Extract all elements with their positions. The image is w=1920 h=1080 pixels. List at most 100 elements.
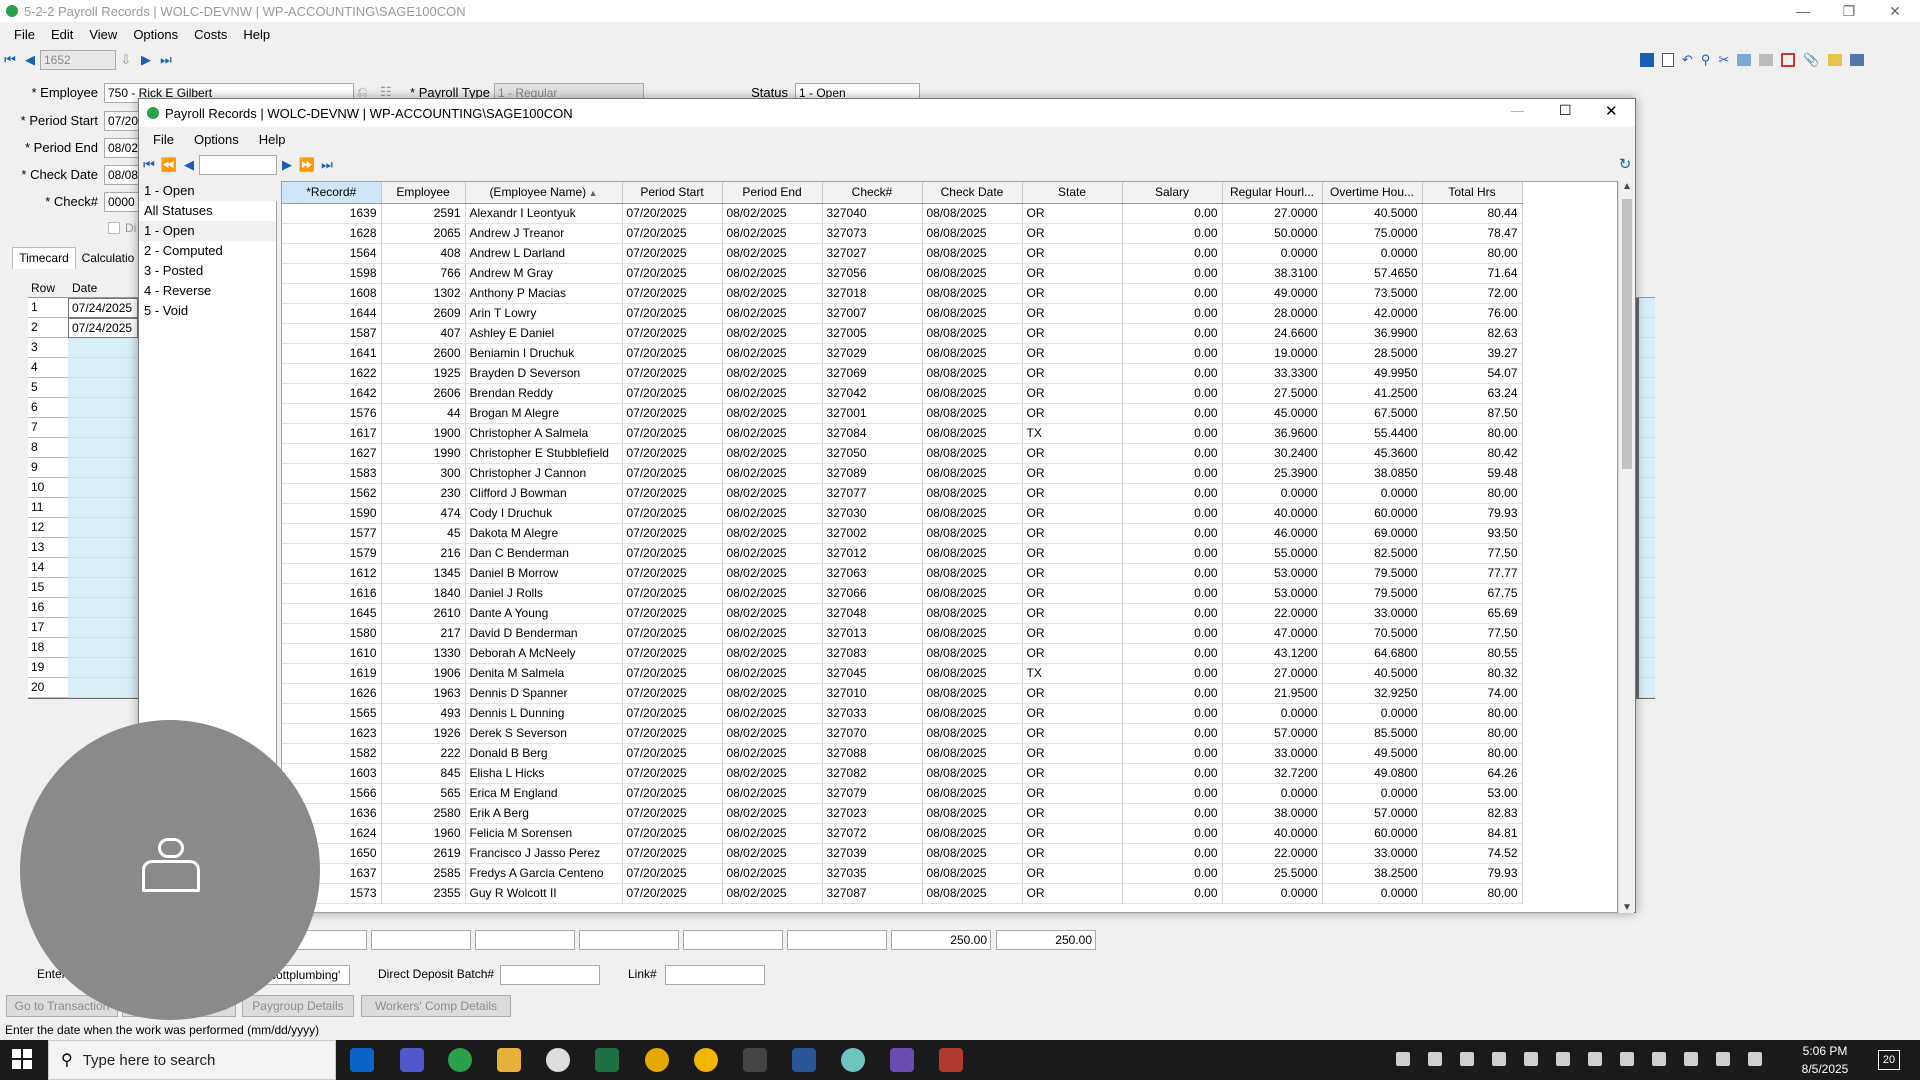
timecard-row-number[interactable]: 9 [28, 458, 68, 478]
table-cell[interactable]: 08/02/2025 [722, 683, 823, 704]
network-icon[interactable] [1684, 1052, 1698, 1066]
table-cell[interactable]: 25.5000 [1222, 863, 1323, 884]
table-cell[interactable]: 45.3600 [1322, 443, 1423, 464]
table-cell[interactable]: 07/20/2025 [622, 523, 723, 544]
table-row[interactable]: 1619 1906 Denita M Salmela 07/20/2025 08/02/… [282, 663, 1523, 684]
taskbar-search[interactable]: ⚲ Type here to search [48, 1040, 336, 1080]
table-cell[interactable]: Donald B Berg [465, 743, 623, 764]
table-row[interactable]: 1636 2580 Erik A Berg 07/20/2025 08/02/2025 3… [282, 803, 1523, 824]
table-cell[interactable]: 27.5000 [1222, 383, 1323, 404]
table-cell[interactable]: Deborah A McNeely [465, 643, 623, 664]
table-cell[interactable]: 40.5000 [1322, 663, 1423, 684]
edit-icon[interactable] [1781, 53, 1796, 67]
table-cell[interactable]: 43.1200 [1222, 643, 1323, 664]
table-cell[interactable]: 19.0000 [1222, 343, 1323, 364]
table-cell[interactable]: 474 [381, 503, 466, 524]
table-cell[interactable]: 38.0850 [1322, 463, 1423, 484]
table-cell[interactable]: 0.00 [1122, 323, 1223, 344]
table-cell[interactable]: 08/02/2025 [722, 883, 823, 904]
table-row[interactable]: 1603 845 Elisha L Hicks 07/20/2025 08/02/202… [282, 763, 1523, 784]
table-cell[interactable]: 08/02/2025 [722, 363, 823, 384]
table-cell[interactable]: OR [1022, 303, 1123, 324]
table-cell[interactable]: 80.42 [1422, 443, 1523, 464]
table-cell[interactable]: 40.5000 [1322, 203, 1423, 224]
records-scrollbar[interactable]: ▲ ▼ [1618, 181, 1634, 913]
table-cell[interactable]: 08/08/2025 [922, 343, 1023, 364]
table-cell[interactable]: 80.00 [1422, 243, 1523, 264]
table-cell[interactable]: 32.7200 [1222, 763, 1323, 784]
table-cell[interactable]: Dan C Benderman [465, 543, 623, 564]
scroll-thumb[interactable] [1622, 199, 1632, 469]
table-cell[interactable]: 08/08/2025 [922, 363, 1023, 384]
timecard-right-cell[interactable] [1639, 438, 1655, 458]
table-cell[interactable]: 80.00 [1422, 483, 1523, 504]
table-cell[interactable]: 327018 [822, 283, 923, 304]
undo-icon[interactable]: ↶ [1682, 52, 1693, 68]
table-cell[interactable]: 49.5000 [1322, 743, 1423, 764]
table-cell[interactable]: 1562 [282, 483, 382, 504]
table-cell[interactable]: 30.2400 [1222, 443, 1323, 464]
table-cell[interactable]: 0.00 [1122, 423, 1223, 444]
chatgpt-icon[interactable] [841, 1048, 865, 1072]
table-cell[interactable]: 0.00 [1122, 343, 1223, 364]
table-cell[interactable]: 67.75 [1422, 583, 1523, 604]
dialog-search-input[interactable] [199, 155, 277, 175]
table-cell[interactable]: 87.50 [1422, 403, 1523, 424]
table-cell[interactable]: 565 [381, 783, 466, 804]
table-cell[interactable]: 80.00 [1422, 743, 1523, 764]
table-cell[interactable]: 08/02/2025 [722, 523, 823, 544]
table-cell[interactable]: OR [1022, 883, 1123, 904]
table-cell[interactable]: 1330 [381, 643, 466, 664]
tray-icon-1[interactable] [1396, 1052, 1410, 1066]
status-option[interactable]: 4 - Reverse [139, 281, 276, 301]
table-cell[interactable]: 80.00 [1422, 423, 1523, 444]
table-cell[interactable]: 1590 [282, 503, 382, 524]
timecard-date-cell[interactable] [68, 518, 138, 538]
timecard-date-cell[interactable] [68, 458, 138, 478]
table-row[interactable]: 1580 217 David D Benderman 07/20/2025 08/02/… [282, 623, 1523, 644]
timecard-right-cell[interactable] [1639, 578, 1655, 598]
direct-deposit-batch-field[interactable] [500, 965, 600, 985]
table-row[interactable]: 1610 1330 Deborah A McNeely 07/20/2025 08/02… [282, 643, 1523, 664]
table-cell[interactable]: 08/02/2025 [722, 543, 823, 564]
table-cell[interactable]: 08/02/2025 [722, 803, 823, 824]
table-cell[interactable]: 230 [381, 483, 466, 504]
table-cell[interactable]: 327005 [822, 323, 923, 344]
table-cell[interactable]: 0.00 [1122, 883, 1223, 904]
table-cell[interactable]: 493 [381, 703, 466, 724]
table-cell[interactable]: 08/02/2025 [722, 643, 823, 664]
table-cell[interactable]: 07/20/2025 [622, 883, 723, 904]
timecard-row-number[interactable]: 6 [28, 398, 68, 418]
table-cell[interactable]: 60.0000 [1322, 503, 1423, 524]
table-cell[interactable]: OR [1022, 363, 1123, 384]
table-cell[interactable]: 327069 [822, 363, 923, 384]
table-cell[interactable]: 79.5000 [1322, 563, 1423, 584]
table-cell[interactable]: Anthony P Macias [465, 283, 623, 304]
table-cell[interactable]: 25.3900 [1222, 463, 1323, 484]
timecard-right-cell[interactable] [1639, 638, 1655, 658]
table-cell[interactable]: 0.00 [1122, 243, 1223, 264]
tray-icon-3[interactable] [1492, 1052, 1506, 1066]
table-row[interactable]: 1579 216 Dan C Benderman 07/20/2025 08/02/20… [282, 543, 1523, 564]
table-cell[interactable]: 327083 [822, 643, 923, 664]
table-cell[interactable]: 08/02/2025 [722, 443, 823, 464]
table-cell[interactable]: 08/02/2025 [722, 843, 823, 864]
table-cell[interactable]: 07/20/2025 [622, 363, 723, 384]
menu-help[interactable]: Help [243, 27, 270, 42]
table-cell[interactable]: 28.0000 [1222, 303, 1323, 324]
table-cell[interactable]: 08/02/2025 [722, 623, 823, 644]
table-cell[interactable]: 327012 [822, 543, 923, 564]
table-row[interactable]: 1582 222 Donald B Berg 07/20/2025 08/02/2025… [282, 743, 1523, 764]
table-cell[interactable]: 217 [381, 623, 466, 644]
table-cell[interactable]: OR [1022, 343, 1123, 364]
table-cell[interactable]: 07/20/2025 [622, 223, 723, 244]
table-cell[interactable]: 0.00 [1122, 483, 1223, 504]
table-cell[interactable]: 08/08/2025 [922, 423, 1023, 444]
table-cell[interactable]: OR [1022, 823, 1123, 844]
timecard-right-cell[interactable] [1639, 678, 1655, 698]
table-cell[interactable]: 08/02/2025 [722, 583, 823, 604]
table-cell[interactable]: 08/08/2025 [922, 463, 1023, 484]
table-cell[interactable]: 1627 [282, 443, 382, 464]
menu-costs[interactable]: Costs [194, 27, 227, 42]
table-cell[interactable]: 0.00 [1122, 823, 1223, 844]
